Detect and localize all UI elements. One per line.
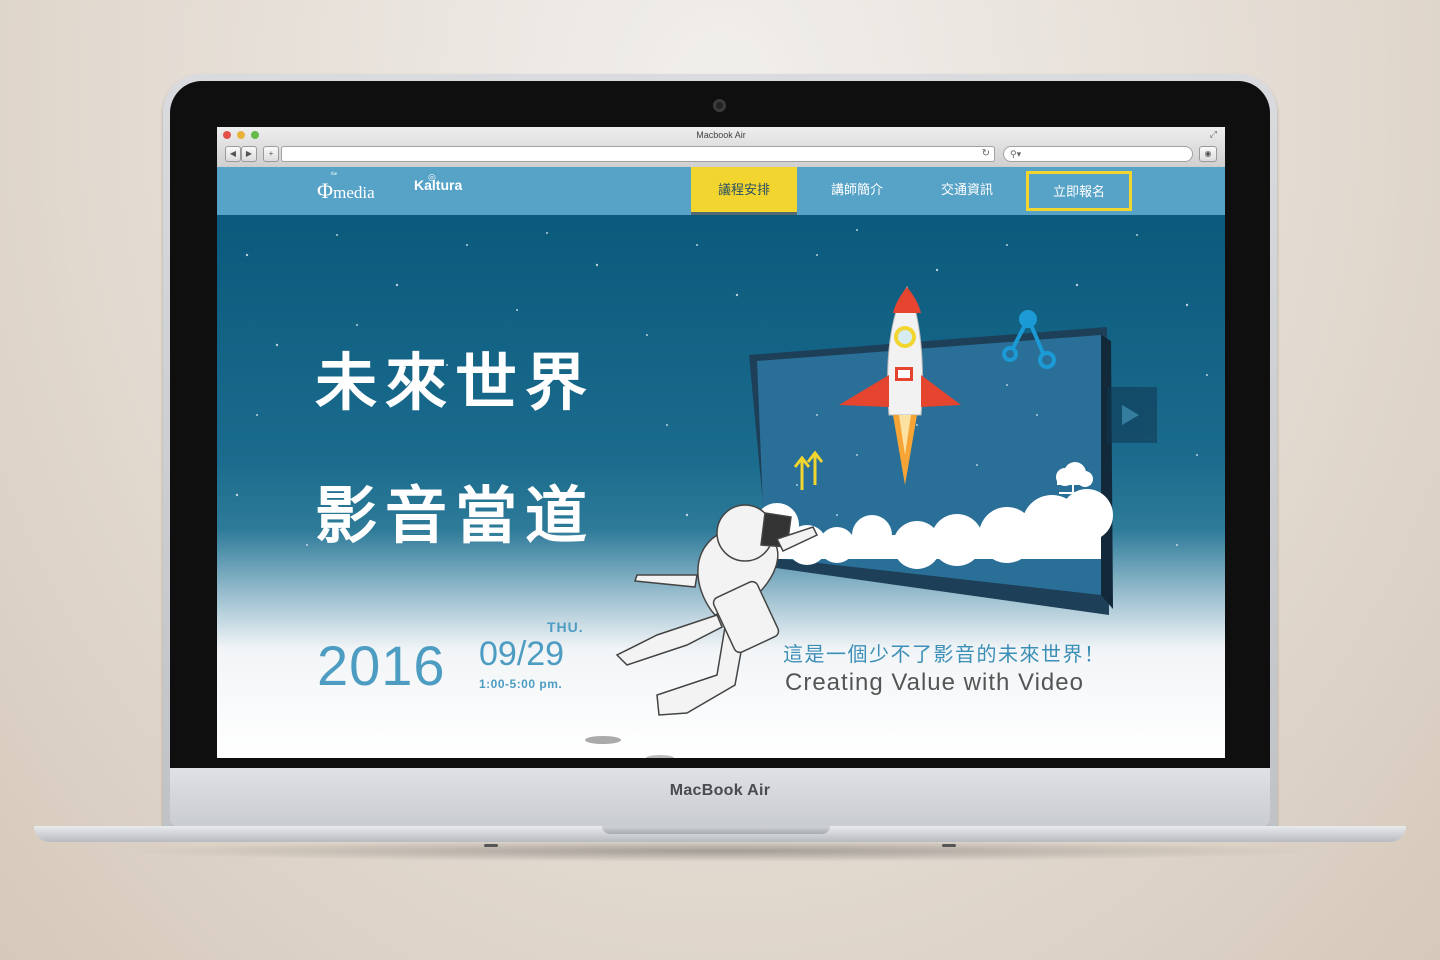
download-icon[interactable]: ◉ (1199, 146, 1217, 162)
laptop-foot (484, 844, 498, 847)
back-icon[interactable]: ◀ (225, 146, 241, 162)
window-title: Macbook Air (696, 130, 746, 140)
screen: Macbook Air ⤢ ◀ ▶ + ↻ ⚲▾ ◉ Φmedia the ◎ … (217, 127, 1225, 758)
event-time: 1:00-5:00 pm. (479, 677, 563, 691)
nav-agenda[interactable]: 議程安排 (691, 167, 797, 215)
video-icon (1107, 387, 1157, 443)
kaltura-logo-text: Kaltura (414, 177, 463, 193)
event-weekday: THU. (547, 619, 584, 635)
event-year: 2016 (317, 634, 446, 697)
nav-transport[interactable]: 交通資訊 (915, 167, 1019, 215)
reload-icon[interactable]: ↻ (982, 147, 990, 161)
forward-icon[interactable]: ▶ (241, 146, 257, 162)
media-logo-mark: Φ (317, 178, 334, 203)
browser-chrome: Macbook Air ⤢ ◀ ▶ + ↻ ⚲▾ ◉ (217, 127, 1225, 168)
laptop-notch (602, 826, 830, 834)
hero-headline-line2: 影音當道 (315, 482, 596, 551)
media-logo-prefix: the (331, 172, 338, 177)
media-logo[interactable]: Φmedia the (317, 172, 375, 204)
device-brand-label: MacBook Air (669, 782, 771, 799)
camera-icon (713, 99, 726, 112)
tagline-english: Creating Value with Video (785, 669, 1084, 696)
nav-speakers[interactable]: 講師簡介 (805, 167, 909, 215)
hero-headline-line1: 未來世界 (315, 349, 596, 418)
laptop-shadow (120, 840, 1320, 862)
search-icon: ⚲▾ (1010, 149, 1022, 159)
media-logo-text: media (333, 183, 375, 202)
nav-register-button[interactable]: 立即報名 (1026, 171, 1132, 211)
url-input[interactable]: ↻ (281, 146, 995, 162)
fullscreen-icon[interactable]: ⤢ (1210, 129, 1217, 140)
laptop-foot (942, 844, 956, 847)
hero-section: 未來世界 影音當道 2016 THU. 09/29 1:00-5:00 pm. … (217, 215, 1225, 758)
site-header: Φmedia the ◎ Kaltura 議程安排 講師簡介 交通資訊 立即報名 (217, 167, 1225, 215)
new-tab-button[interactable]: + (263, 146, 279, 162)
video-screen-panel (749, 327, 1113, 615)
kaltura-logo[interactable]: ◎ Kaltura (414, 172, 463, 193)
tagline-chinese: 這是一個少不了影音的未來世界！ (783, 644, 1106, 666)
kaltura-ring-icon: ◎ (428, 172, 436, 182)
event-date: 09/29 (479, 635, 565, 673)
search-input[interactable]: ⚲▾ (1003, 146, 1193, 162)
